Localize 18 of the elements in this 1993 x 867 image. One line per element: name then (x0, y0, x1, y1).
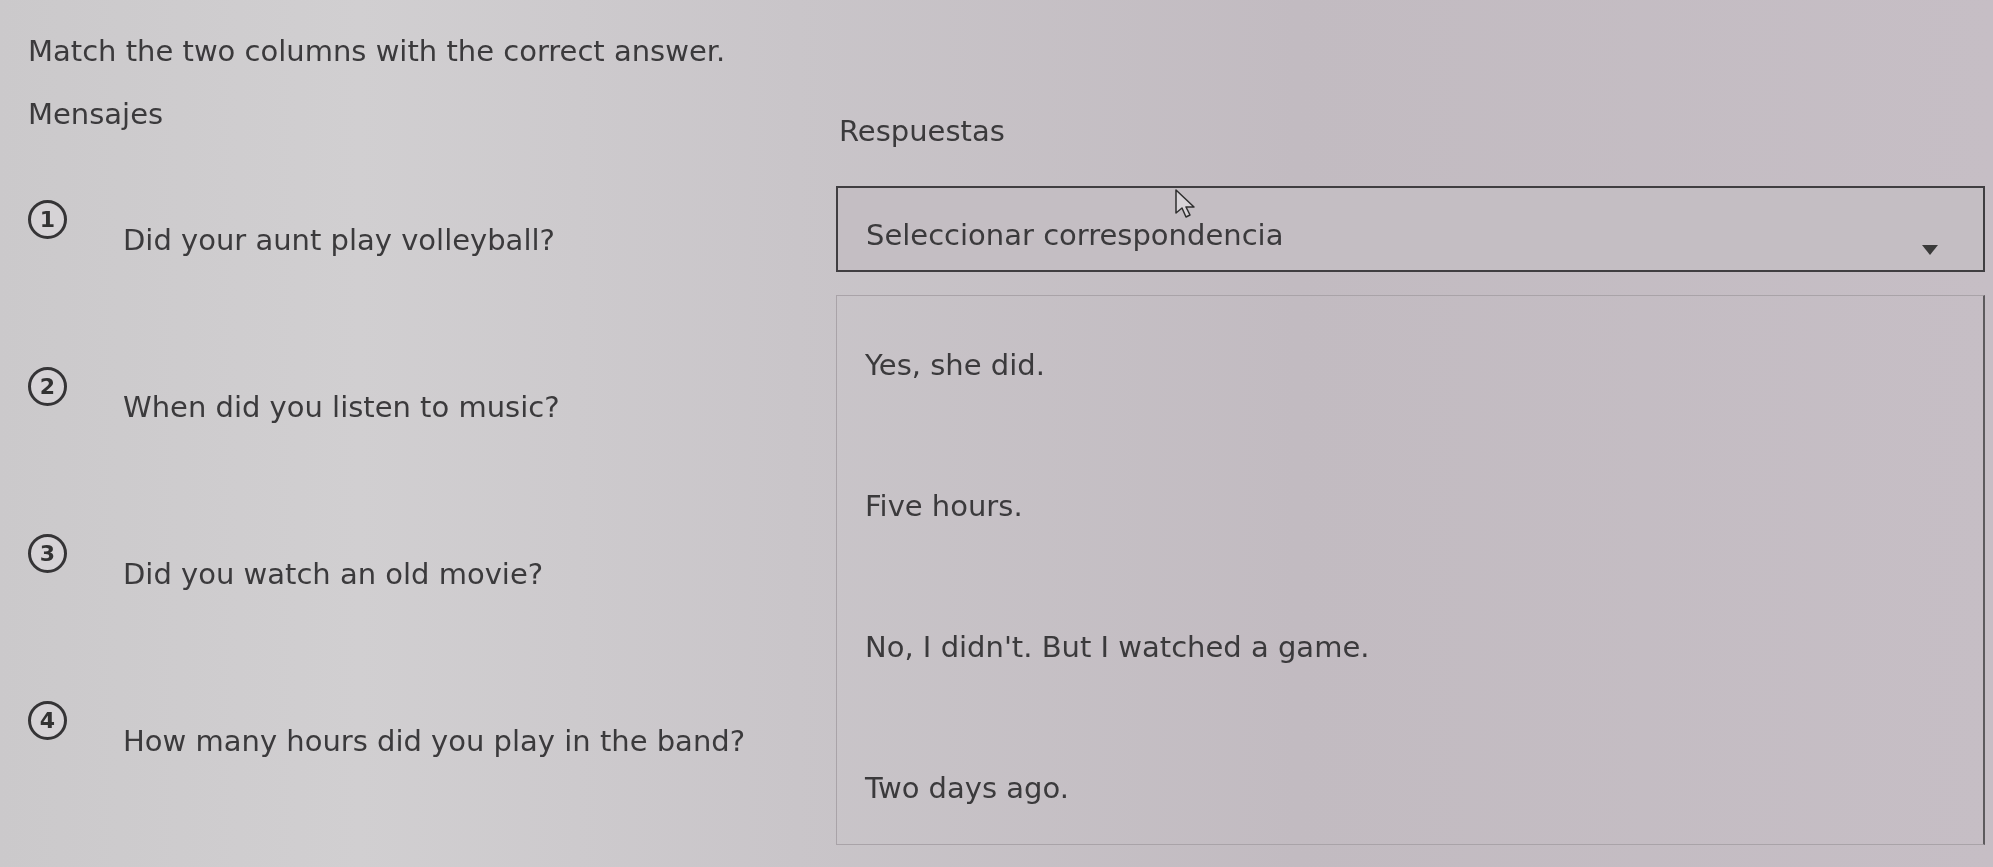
dropdown-option[interactable]: No, I didn't. But I watched a game. (865, 629, 1370, 665)
question-text: How many hours did you play in the band? (123, 723, 746, 759)
column-heading: Mensajes (28, 96, 165, 132)
question-text: Did you watch an old movie? (123, 556, 544, 592)
cursor-icon (1175, 189, 1195, 218)
column-heading: Respuestas (838, 113, 1006, 149)
caret-icon (1922, 245, 1938, 255)
select-dropdown[interactable]: Seleccionar correspondencia (836, 186, 1985, 272)
dropdown-option[interactable]: Yes, she did. (865, 347, 1045, 383)
question-text: Did your aunt play volleyball? (123, 222, 555, 258)
question-number: 3 (28, 534, 67, 573)
question-number: 4 (28, 701, 67, 740)
question-number: 1 (28, 200, 67, 239)
question-number: 2 (28, 367, 67, 406)
instructions-text: Match the two columns with the correct answer. (28, 33, 727, 69)
question-text: When did you listen to music? (123, 389, 560, 425)
dropdown-option[interactable]: Five hours. (865, 488, 1023, 524)
dropdown-option[interactable]: Two days ago. (865, 770, 1069, 806)
